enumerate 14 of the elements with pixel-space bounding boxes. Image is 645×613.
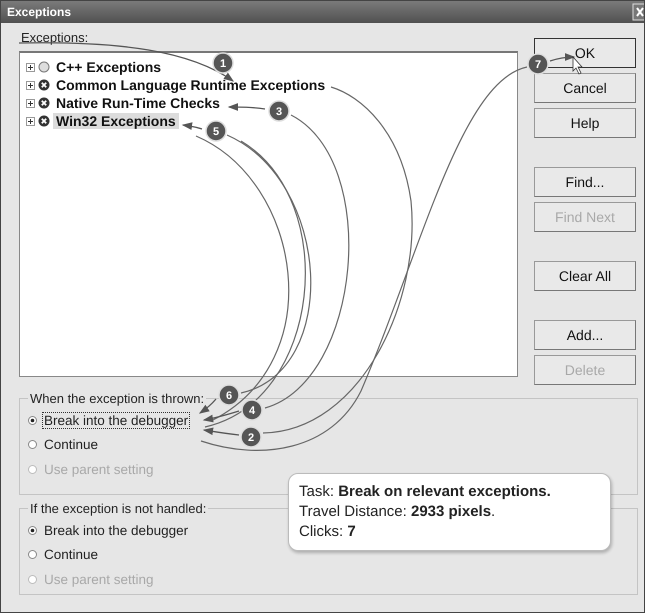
info-text: Travel Distance: 2933 pixels. xyxy=(299,502,496,522)
step-marker: 7 xyxy=(527,53,549,75)
group-label: If the exception is not handled: xyxy=(29,501,208,516)
window-title: Exceptions xyxy=(7,5,72,19)
step-marker: 3 xyxy=(268,100,290,122)
step-marker: 6 xyxy=(218,384,240,406)
tree-label: Exceptions: xyxy=(21,30,90,45)
info-text: Task: Break on relevant exceptions. xyxy=(299,482,552,502)
step-marker: 2 xyxy=(240,426,262,448)
info-text: Clicks: 7 xyxy=(299,522,357,542)
step-marker: 5 xyxy=(205,120,227,142)
step-marker: 1 xyxy=(212,52,234,74)
group-label: When the exception is thrown: xyxy=(29,391,206,406)
step-marker: 4 xyxy=(241,399,263,421)
